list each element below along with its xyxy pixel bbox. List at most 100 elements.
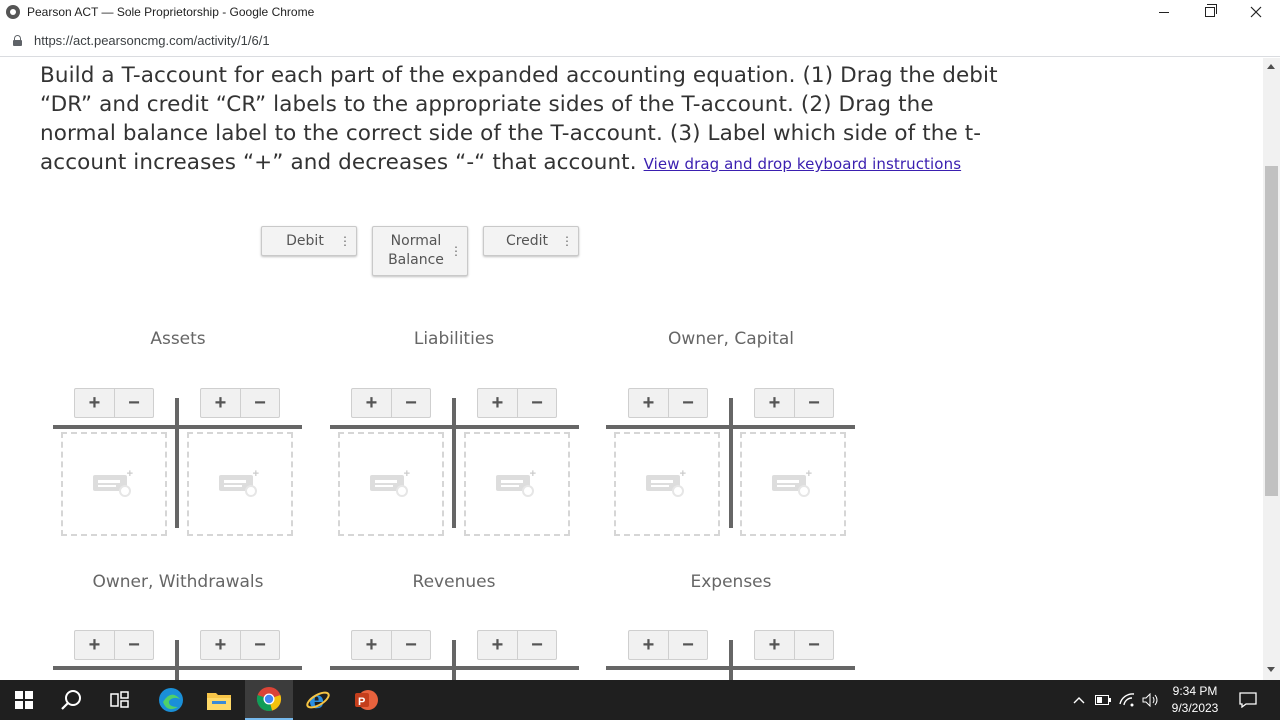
powerpoint-icon: P [355, 690, 378, 710]
minus-button[interactable]: − [793, 631, 833, 659]
account-title-revenues: Revenues [412, 572, 496, 592]
credit-chip[interactable]: Credit ⋮ [483, 226, 579, 256]
account-title-owner-withdrawals: Owner, Withdrawals [92, 572, 264, 592]
search-button[interactable] [48, 680, 96, 720]
minus-button[interactable]: − [667, 631, 707, 659]
action-center-button[interactable] [1236, 680, 1260, 720]
minus-button[interactable]: − [516, 631, 556, 659]
taskbar-clock[interactable]: 9:34 PM 9/3/2023 [1160, 683, 1230, 717]
expenses-right-sign-toggle: + − [754, 630, 834, 660]
drop-target-icon: + [370, 468, 412, 497]
minus-button[interactable]: − [239, 631, 279, 659]
restore-button[interactable] [1187, 0, 1233, 24]
search-icon [61, 690, 81, 710]
keyboard-instructions-link[interactable]: View drag and drop keyboard instructions [644, 155, 962, 173]
drop-zone[interactable]: + [740, 432, 846, 536]
show-hidden-icons-button[interactable] [1068, 680, 1090, 720]
revenues-right-sign-toggle: + − [477, 630, 557, 660]
address-bar[interactable]: https://act.pearsoncmg.com/activity/1/6/… [0, 24, 1280, 57]
minus-button[interactable]: − [516, 389, 556, 417]
normal-balance-line2: Balance [388, 252, 444, 268]
plus-button[interactable]: + [629, 389, 668, 417]
plus-button[interactable]: + [755, 631, 794, 659]
drag-handle-icon: ⋮ [450, 244, 462, 258]
plus-button[interactable]: + [755, 389, 794, 417]
minimize-button[interactable] [1141, 0, 1187, 24]
powerpoint-button[interactable]: P [342, 680, 390, 720]
task-view-icon [110, 691, 129, 708]
volume-button[interactable] [1140, 680, 1162, 720]
drop-zone[interactable]: + [61, 432, 167, 536]
battery-button[interactable] [1092, 680, 1114, 720]
wifi-icon [1119, 693, 1135, 707]
minus-button[interactable]: − [390, 631, 430, 659]
minus-button[interactable]: − [793, 389, 833, 417]
app-icon [6, 5, 20, 19]
assets-right-sign-toggle: + − [200, 388, 280, 418]
svg-text:P: P [358, 696, 365, 708]
url-text[interactable]: https://act.pearsoncmg.com/activity/1/6/… [34, 33, 270, 48]
t-account-divider [729, 398, 733, 528]
windows-start-icon [15, 691, 33, 709]
scroll-down-arrow-icon[interactable] [1267, 667, 1275, 672]
edge-button[interactable] [147, 680, 195, 720]
taskbar: e P 9:34 PM 9/3/2023 [0, 680, 1280, 720]
wifi-button[interactable] [1116, 680, 1138, 720]
t-account-divider [452, 640, 456, 680]
plus-button[interactable]: + [352, 631, 391, 659]
minus-button[interactable]: − [239, 389, 279, 417]
t-account-divider [729, 640, 733, 680]
minus-button[interactable]: − [113, 389, 153, 417]
plus-button[interactable]: + [478, 631, 517, 659]
liabilities-left-sign-toggle: + − [351, 388, 431, 418]
file-explorer-button[interactable] [195, 680, 243, 720]
page-viewport: Build a T-account for each part of the e… [0, 58, 1280, 680]
scroll-up-arrow-icon[interactable] [1267, 64, 1275, 69]
vertical-scrollbar[interactable] [1263, 58, 1280, 680]
liabilities-right-sign-toggle: + − [477, 388, 557, 418]
instructions: Build a T-account for each part of the e… [40, 61, 1000, 179]
drop-zone[interactable]: + [464, 432, 570, 536]
notification-icon [1239, 692, 1257, 708]
account-title-liabilities: Liabilities [413, 329, 495, 349]
drag-handle-icon: ⋮ [561, 234, 573, 248]
chrome-button[interactable] [245, 680, 293, 720]
minus-button[interactable]: − [113, 631, 153, 659]
drop-target-icon: + [219, 468, 261, 497]
drop-zone[interactable]: + [338, 432, 444, 536]
plus-button[interactable]: + [629, 631, 668, 659]
plus-button[interactable]: + [352, 389, 391, 417]
clock-date: 9/3/2023 [1171, 701, 1219, 715]
revenues-left-sign-toggle: + − [351, 630, 431, 660]
account-title-expenses: Expenses [690, 572, 772, 592]
start-button[interactable] [0, 680, 48, 720]
minus-button[interactable]: − [390, 389, 430, 417]
minimize-icon [1159, 11, 1169, 13]
drag-handle-icon: ⋮ [339, 234, 351, 248]
t-account-divider [452, 398, 456, 528]
plus-button[interactable]: + [478, 389, 517, 417]
plus-button[interactable]: + [201, 631, 240, 659]
volume-icon [1142, 693, 1158, 707]
normal-balance-line1: Normal [390, 233, 442, 249]
drop-zone[interactable]: + [187, 432, 293, 536]
window-title: Pearson ACT — Sole Proprietorship - Goog… [27, 5, 315, 19]
task-view-button[interactable] [96, 680, 144, 720]
plus-button[interactable]: + [75, 631, 114, 659]
assets-left-sign-toggle: + − [74, 388, 154, 418]
drop-target-icon: + [93, 468, 135, 497]
t-account-divider [175, 398, 179, 528]
internet-explorer-button[interactable]: e [294, 680, 342, 720]
account-title-owner-capital: Owner, Capital [668, 329, 794, 349]
debit-chip[interactable]: Debit ⋮ [261, 226, 357, 256]
minus-button[interactable]: − [667, 389, 707, 417]
drop-target-icon: + [646, 468, 688, 497]
close-button[interactable] [1233, 0, 1279, 24]
scroll-thumb[interactable] [1265, 166, 1278, 496]
drop-zone[interactable]: + [614, 432, 720, 536]
plus-button[interactable]: + [75, 389, 114, 417]
normal-balance-chip[interactable]: Normal Balance ⋮ [372, 226, 468, 276]
window-title-bar: Pearson ACT — Sole Proprietorship - Goog… [0, 0, 1280, 24]
chrome-icon [256, 687, 282, 712]
plus-button[interactable]: + [201, 389, 240, 417]
